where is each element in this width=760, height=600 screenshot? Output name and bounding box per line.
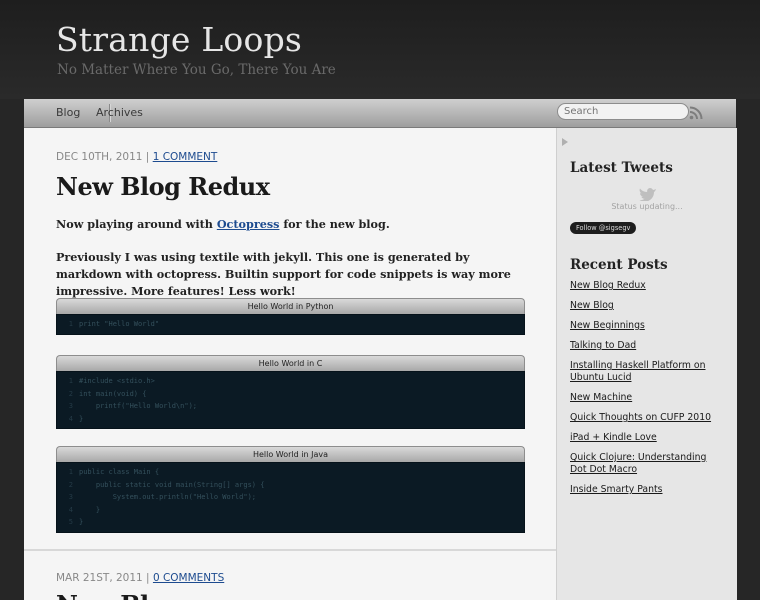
post-date: DEC 10TH, 2011 bbox=[56, 151, 143, 163]
recent-post-item: Inside Smarty Pants bbox=[570, 484, 725, 496]
recent-post-link[interactable]: Talking to Dad bbox=[570, 340, 636, 351]
code-block-title: Hello World in Java bbox=[56, 446, 525, 462]
recent-post-link[interactable]: New Machine bbox=[570, 392, 632, 403]
twitter-follow-button[interactable]: Follow @sigsegv bbox=[570, 222, 637, 234]
recent-post-item: Quick Clojure: Understanding Dot Dot Mac… bbox=[570, 452, 725, 476]
code-line: 1 public class Main { bbox=[68, 468, 160, 476]
comments-link[interactable]: 1 COMMENT bbox=[153, 151, 218, 163]
sidebar-collapse-icon[interactable] bbox=[561, 132, 569, 151]
site-title[interactable]: Strange Loops bbox=[56, 20, 302, 59]
code-block-title: Hello World in C bbox=[56, 355, 525, 371]
code-line: 4 } bbox=[68, 505, 101, 514]
main-content: DEC 10TH, 2011 | 1 COMMENT New Blog Redu… bbox=[24, 128, 556, 600]
code-line: 5} bbox=[68, 518, 84, 526]
twitter-status: Status updating... bbox=[611, 202, 683, 211]
nav-blog-link[interactable]: Blog bbox=[56, 106, 80, 119]
code-line: 4} bbox=[68, 414, 84, 423]
latest-tweets-heading: Latest Tweets bbox=[570, 160, 673, 176]
code-body: 1 print "Hello World" bbox=[56, 314, 525, 335]
paragraph-text: for the new blog. bbox=[279, 217, 390, 231]
post-meta: DEC 10TH, 2011 | 1 COMMENT bbox=[56, 151, 217, 163]
post-meta: MAR 21ST, 2011 | 0 COMMENTS bbox=[56, 572, 224, 584]
code-line: 3 printf("Hello World\n"); bbox=[68, 402, 198, 410]
post-paragraph: Previously I was using textile with jeky… bbox=[56, 250, 511, 298]
code-line: 3 System.out.println("Hello World"); bbox=[68, 493, 257, 501]
comments-link[interactable]: 0 COMMENTS bbox=[153, 572, 224, 584]
recent-posts-list: New Blog Redux New Blog New Beginnings T… bbox=[570, 280, 725, 504]
nav-archives-link[interactable]: Archives bbox=[96, 106, 143, 119]
recent-post-link[interactable]: Inside Smarty Pants bbox=[570, 484, 662, 495]
code-line: 2 int main(void) { bbox=[68, 389, 147, 398]
recent-post-link[interactable]: iPad + Kindle Love bbox=[570, 432, 657, 443]
meta-separator: | bbox=[142, 151, 153, 163]
code-line: 2 public static void main(String[] args)… bbox=[68, 480, 265, 489]
recent-post-link[interactable]: Installing Haskell Platform on Ubuntu Lu… bbox=[570, 360, 706, 383]
post-date: MAR 21ST, 2011 bbox=[56, 572, 143, 584]
recent-post-item: New Blog Redux bbox=[570, 280, 725, 292]
code-line: 1 #include <stdio.h> bbox=[68, 377, 155, 385]
recent-post-item: New Blog bbox=[570, 300, 725, 312]
sidebar: Latest Tweets Status updating... Follow … bbox=[556, 128, 737, 600]
recent-post-link[interactable]: New Blog Redux bbox=[570, 280, 646, 291]
code-body: 1 public class Main { 2 public static voi… bbox=[56, 462, 525, 533]
recent-post-item: New Machine bbox=[570, 392, 725, 404]
recent-posts-heading: Recent Posts bbox=[570, 257, 668, 273]
site-subtitle: No Matter Where You Go, There You Are bbox=[57, 62, 336, 78]
post-paragraph: Now playing around with Octopress for th… bbox=[56, 216, 526, 233]
site-header: Strange Loops No Matter Where You Go, Th… bbox=[0, 0, 760, 99]
code-body: 1 #include <stdio.h> 2 int main(void) { 3 … bbox=[56, 371, 525, 429]
post-divider bbox=[24, 549, 556, 551]
recent-post-link[interactable]: Quick Clojure: Understanding Dot Dot Mac… bbox=[570, 452, 706, 475]
post-title[interactable]: New Blog Redux bbox=[56, 172, 270, 201]
code-block-java: Hello World in Java 1 public class Main {… bbox=[56, 446, 525, 533]
meta-separator: | bbox=[142, 572, 153, 584]
recent-post-item: Installing Haskell Platform on Ubuntu Lu… bbox=[570, 360, 725, 384]
code-block-title: Hello World in Python bbox=[56, 298, 525, 314]
recent-post-link[interactable]: Quick Thoughts on CUFP 2010 bbox=[570, 412, 711, 423]
code-block-python: Hello World in Python 1 print "Hello Worl… bbox=[56, 298, 525, 335]
recent-post-item: New Beginnings bbox=[570, 320, 725, 332]
code-line: 1 print "Hello World" bbox=[68, 320, 160, 328]
code-block-c: Hello World in C 1 #include <stdio.h> 2 in… bbox=[56, 355, 525, 429]
recent-post-item: Talking to Dad bbox=[570, 340, 725, 352]
paragraph-text: Now playing around with bbox=[56, 217, 217, 231]
post-title[interactable]: New Blog bbox=[56, 590, 181, 600]
recent-post-link[interactable]: New Beginnings bbox=[570, 320, 645, 331]
search-input[interactable] bbox=[557, 103, 689, 120]
recent-post-item: iPad + Kindle Love bbox=[570, 432, 725, 444]
octopress-link[interactable]: Octopress bbox=[217, 217, 280, 231]
recent-post-item: Quick Thoughts on CUFP 2010 bbox=[570, 412, 725, 424]
main-navigation: Blog Archives bbox=[24, 99, 736, 128]
rss-icon[interactable] bbox=[689, 105, 703, 124]
recent-post-link[interactable]: New Blog bbox=[570, 300, 614, 311]
